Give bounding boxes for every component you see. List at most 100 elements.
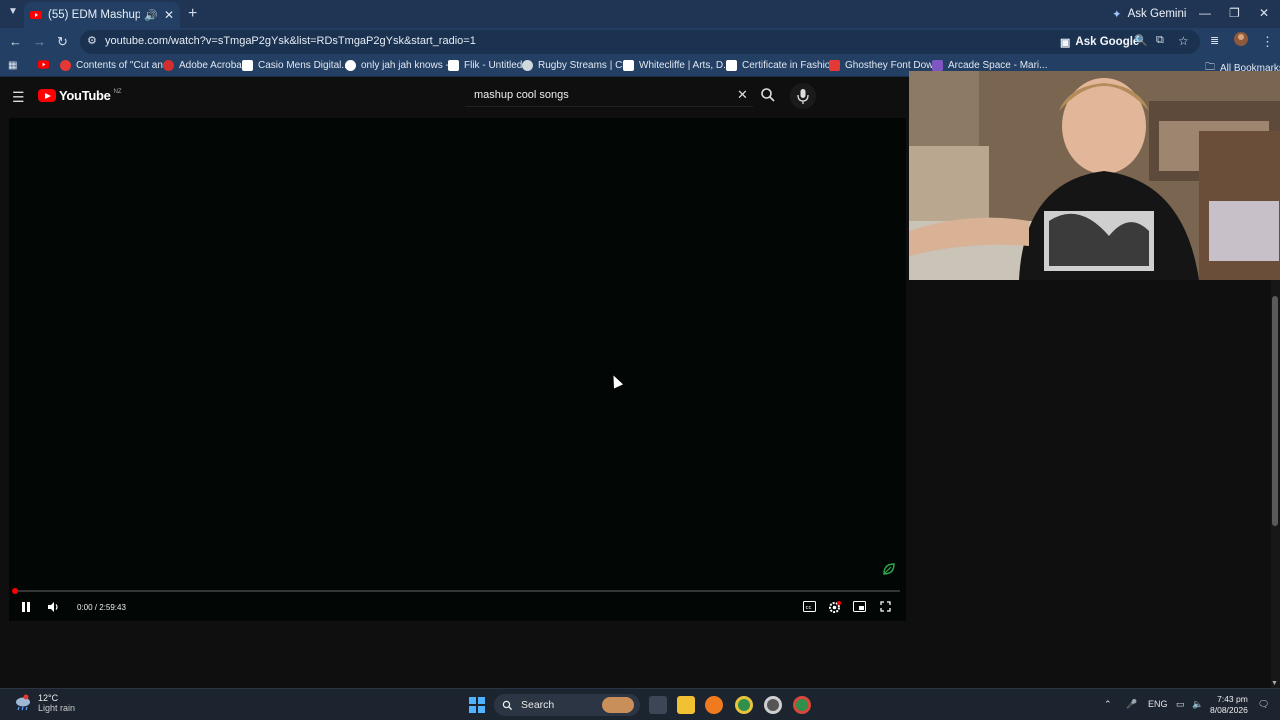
weather-description: Light rain <box>38 703 76 713</box>
chrome-canary-icon[interactable] <box>764 696 782 714</box>
pause-button[interactable] <box>20 601 32 616</box>
bookmark-favicon-icon <box>932 60 943 71</box>
microphone-icon[interactable]: 🎤 <box>1126 699 1137 710</box>
network-icon[interactable]: ▭ <box>1176 699 1185 710</box>
webcam-overlay <box>909 71 1280 280</box>
side-panel <box>909 280 1271 688</box>
tab-close-button[interactable]: ✕ <box>164 8 174 22</box>
ask-gemini-button[interactable]: ✦ Ask Gemini <box>1104 4 1194 24</box>
language-indicator[interactable]: ENG <box>1148 699 1168 709</box>
bookmark-label: Adobe Acrobat <box>179 60 245 71</box>
chrome-icon[interactable] <box>793 696 811 714</box>
search-button[interactable] <box>760 87 776 103</box>
weather-widget[interactable]: 12°C Light rain <box>14 693 75 713</box>
install-app-icon[interactable]: ⧉ <box>1156 34 1164 47</box>
task-view-icon[interactable] <box>649 696 667 714</box>
taskbar-search[interactable]: Search <box>494 694 640 716</box>
time-display: 0:00 / 2:59:43 <box>77 603 126 612</box>
speaker-icon[interactable]: 🔊 <box>144 9 158 22</box>
bookmark-youtube[interactable] <box>38 60 49 69</box>
profile-avatar[interactable] <box>1234 32 1248 49</box>
bookmark-item[interactable]: Rugby Streams | Cr... <box>522 60 633 71</box>
bookmark-label: Ghosthey Font Dow... <box>845 60 942 71</box>
region-code: NZ <box>113 88 122 95</box>
pause-icon <box>22 602 30 612</box>
chrome-menu-icon[interactable]: ⋮ <box>1261 34 1274 50</box>
hamburger-menu-icon[interactable]: ☰ <box>12 89 25 106</box>
zoom-icon[interactable]: 🔍 <box>1134 34 1148 47</box>
youtube-page: ☰ YouTube NZ mashup cool songs ✕ 0:00 / … <box>0 77 909 688</box>
fullscreen-icon <box>880 601 891 612</box>
bookmark-item[interactable]: only jah jah knows -... <box>345 60 457 71</box>
bookmark-label: Certificate in Fashio... <box>742 60 839 71</box>
progress-bar[interactable] <box>15 590 900 592</box>
browser-tab-active[interactable]: (55) EDM Mashup Mix 2023 🔊 ✕ <box>24 2 180 28</box>
clear-search-icon[interactable]: ✕ <box>737 87 748 103</box>
notification-icon[interactable]: 🗨 <box>1258 699 1269 710</box>
browser-toolbar: ← → ↻ ⚙ youtube.com/watch?v=sTmgaP2gYsk&… <box>0 28 1280 56</box>
search-icon <box>502 700 513 710</box>
bookmark-label: Flik - Untitled <box>464 60 523 71</box>
new-tab-button[interactable]: + <box>188 5 197 23</box>
scrollbar-thumb[interactable] <box>1272 296 1278 526</box>
bookmark-item[interactable]: Certificate in Fashio... <box>726 60 839 71</box>
bookmark-label: Whitecliffe | Arts, D... <box>639 60 732 71</box>
back-arrow-icon[interactable]: ← <box>9 34 22 49</box>
bookmark-label: Rugby Streams | Cr... <box>538 60 634 71</box>
voice-search-button[interactable] <box>790 83 816 109</box>
site-info-icon[interactable]: ⚙ <box>87 34 97 47</box>
temperature: 12°C <box>38 693 59 703</box>
bookmark-favicon-icon <box>522 60 533 71</box>
search-highlight-icon <box>602 697 634 713</box>
fl-studio-icon[interactable] <box>705 696 723 714</box>
youtube-logo[interactable]: YouTube NZ <box>38 88 122 103</box>
windows-taskbar: 12°C Light rain Search ⌃ 🎤 ENG ▭ 🔈 7:43 … <box>0 688 1280 720</box>
bookmark-label: only jah jah knows -... <box>361 60 458 71</box>
scroll-down-icon[interactable]: ▼ <box>1271 680 1278 687</box>
captions-button[interactable]: cc <box>803 601 816 615</box>
address-url[interactable]: youtube.com/watch?v=sTmgaP2gYsk&list=RDs… <box>105 35 476 47</box>
miniplayer-button[interactable] <box>853 601 866 615</box>
mouse-cursor-icon <box>608 373 624 389</box>
settings-button[interactable] <box>828 601 841 617</box>
search-input[interactable]: mashup cool songs ✕ <box>465 83 753 107</box>
microphone-icon <box>797 89 809 104</box>
file-explorer-icon[interactable] <box>677 696 695 714</box>
scrubber-handle[interactable] <box>12 588 18 594</box>
show-hidden-icons-icon[interactable]: ⌃ <box>1104 699 1112 710</box>
chrome-icon[interactable] <box>735 696 753 714</box>
ask-gemini-label: Ask Gemini <box>1127 8 1187 20</box>
bookmark-favicon-icon <box>60 60 71 71</box>
bookmark-item[interactable]: Arcade Space - Mari... <box>932 60 1047 71</box>
ask-google-button[interactable]: ▣ Ask Google <box>1060 32 1139 52</box>
video-player[interactable]: 0:00 / 2:59:43 cc <box>9 118 906 621</box>
tab-search-icon[interactable]: ▼ <box>8 6 18 17</box>
bookmark-label: Contents of "Cut an... <box>76 60 172 71</box>
search-query[interactable]: mashup cool songs <box>474 89 569 101</box>
leaf-icon <box>882 562 896 579</box>
close-window-button[interactable]: ✕ <box>1259 6 1269 20</box>
restore-button[interactable]: ❐ <box>1229 6 1240 20</box>
reload-icon[interactable]: ↻ <box>57 34 68 50</box>
bookmark-item[interactable]: Ghosthey Font Dow... <box>829 60 941 71</box>
google-icon <box>345 60 356 71</box>
fullscreen-button[interactable] <box>880 601 891 615</box>
youtube-wordmark: YouTube <box>59 88 111 103</box>
forward-arrow-icon[interactable]: → <box>33 34 46 49</box>
reading-list-icon[interactable]: ≣ <box>1210 34 1219 47</box>
windows-start-icon[interactable] <box>469 697 485 713</box>
volume-icon[interactable]: 🔈 <box>1192 699 1203 710</box>
volume-button[interactable] <box>47 601 61 616</box>
bookmark-star-icon[interactable]: ☆ <box>1178 34 1189 48</box>
bookmark-item[interactable]: Whitecliffe | Arts, D... <box>623 60 731 71</box>
system-clock[interactable]: 7:43 pm 8/08/2026 <box>1210 694 1248 716</box>
bookmark-item[interactable]: Flik - Untitled <box>448 60 522 71</box>
bookmark-favicon-icon <box>623 60 634 71</box>
miniplayer-icon <box>853 601 866 612</box>
bookmark-favicon-icon <box>829 60 840 71</box>
bookmark-item[interactable]: Adobe Acrobat <box>163 60 245 71</box>
apps-grid-icon[interactable]: ▦ <box>8 60 17 71</box>
minimize-button[interactable]: — <box>1199 6 1211 20</box>
bookmark-item[interactable]: Casio Mens Digital... <box>242 60 350 71</box>
bookmark-item[interactable]: Contents of "Cut an... <box>60 60 171 71</box>
